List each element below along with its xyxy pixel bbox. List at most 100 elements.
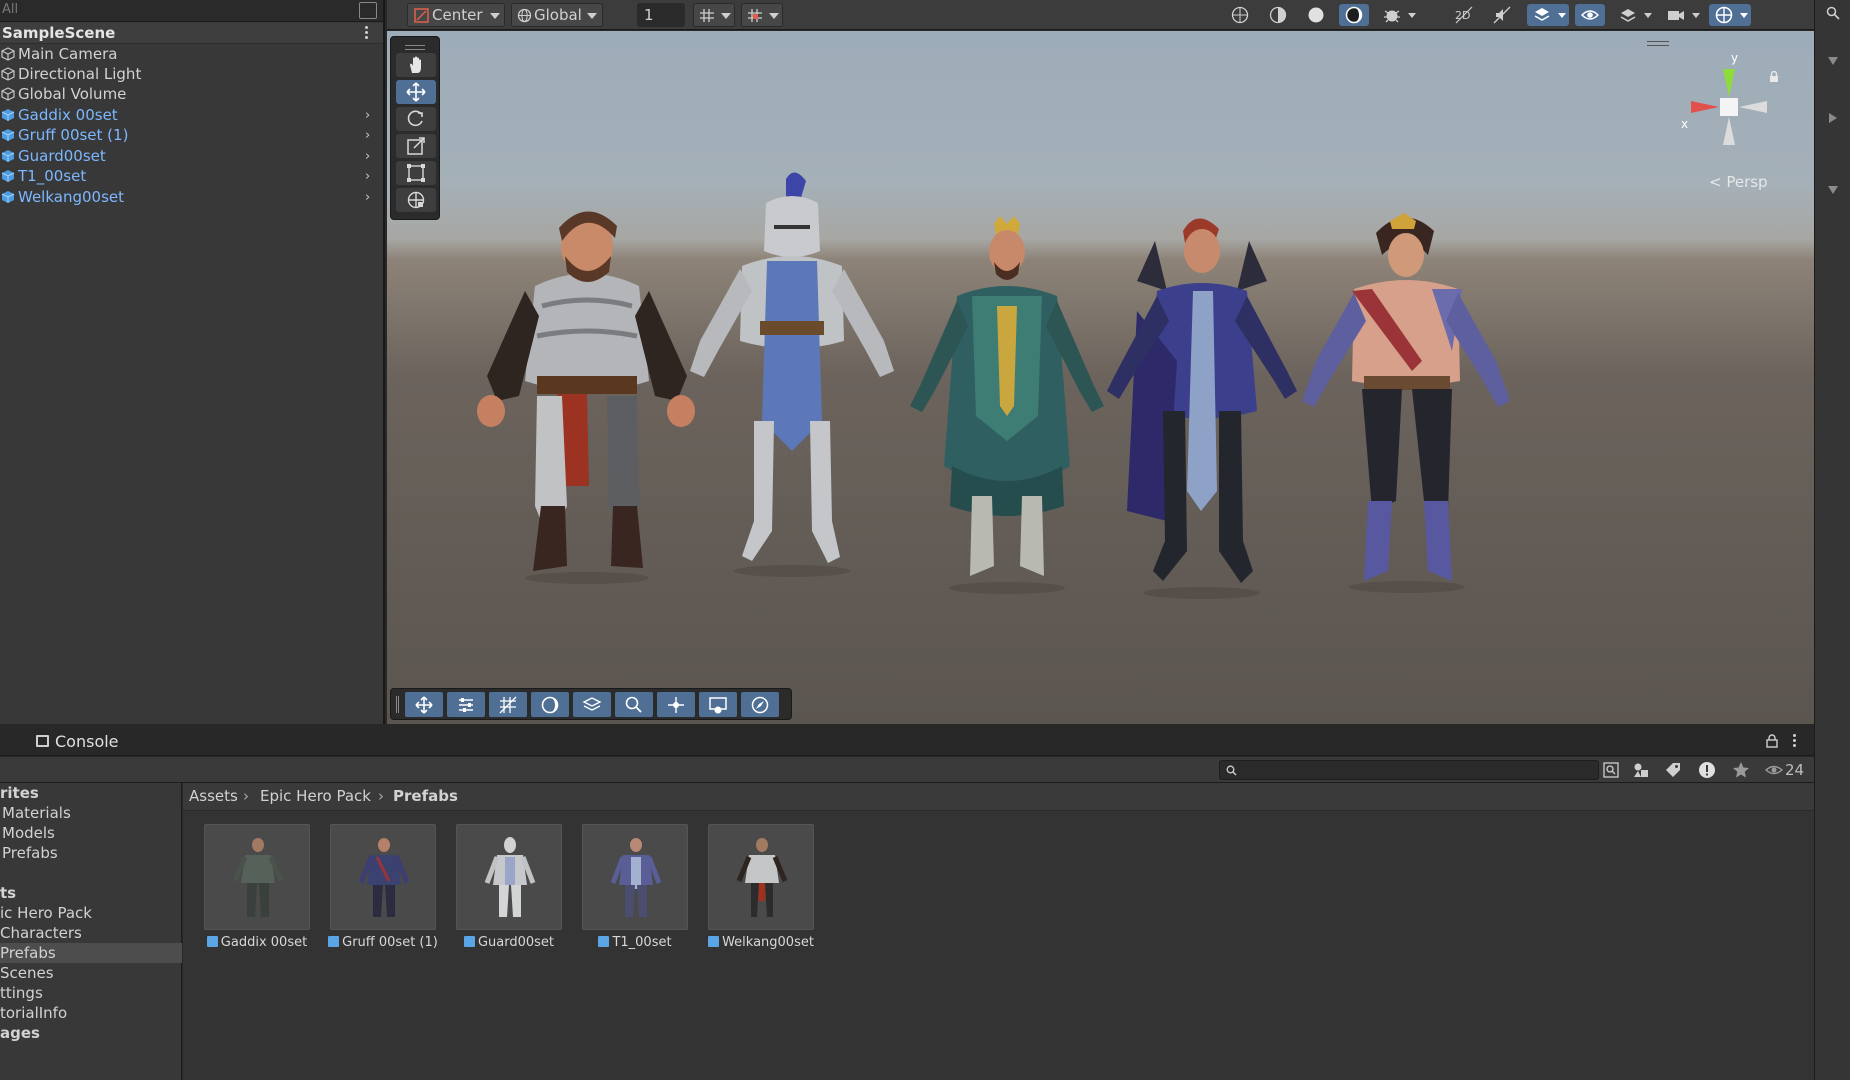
asset-tile-gaddix[interactable]: Gaddix 00set bbox=[202, 824, 312, 954]
audio-toggle-button[interactable] bbox=[1487, 4, 1517, 26]
chevron-right-icon[interactable]: › bbox=[365, 108, 377, 123]
chevron-right-icon[interactable]: › bbox=[365, 149, 377, 164]
search-options-icon[interactable] bbox=[1603, 762, 1619, 778]
orientation-gizmo[interactable]: y x < Persp bbox=[1674, 47, 1784, 197]
overlay-grid-button[interactable] bbox=[489, 692, 527, 717]
hierarchy-item-gruff[interactable]: Gruff 00set (1) › bbox=[0, 125, 383, 145]
asset-tile-guard[interactable]: Guard00set bbox=[454, 824, 564, 954]
folder-tutorial-info[interactable]: torialInfo bbox=[0, 1003, 182, 1023]
eye-hidden-icon[interactable] bbox=[1765, 763, 1783, 777]
warning-info-icon[interactable] bbox=[1698, 761, 1716, 779]
triangle-right-icon[interactable] bbox=[1827, 112, 1839, 124]
folder-packages[interactable]: ages bbox=[0, 1023, 182, 1043]
gizmos-dropdown[interactable] bbox=[1709, 4, 1751, 26]
triangle-down-icon[interactable] bbox=[1827, 55, 1839, 67]
hierarchy-search-input[interactable]: All bbox=[0, 0, 383, 22]
debug-draw-dropdown[interactable] bbox=[1377, 4, 1419, 26]
character-t1[interactable] bbox=[1097, 211, 1307, 601]
shaded-wireframe-button[interactable] bbox=[1263, 4, 1293, 26]
overlay-settings-button[interactable] bbox=[447, 692, 485, 717]
grid-increment-input[interactable]: 1 bbox=[637, 3, 685, 27]
character-gaddix[interactable] bbox=[467, 206, 707, 586]
caret-down-icon bbox=[721, 13, 731, 19]
lighting-button[interactable] bbox=[1339, 4, 1369, 26]
hierarchy-item-directional-light[interactable]: Directional Light bbox=[0, 64, 383, 84]
hierarchy-item-gaddix[interactable]: Gaddix 00set › bbox=[0, 105, 383, 125]
drag-handle-icon[interactable] bbox=[1647, 41, 1669, 46]
hierarchy-item-t1[interactable]: T1_00set › bbox=[0, 166, 383, 186]
camera-dropdown[interactable] bbox=[1661, 4, 1703, 26]
asset-tile-welkang[interactable]: Welkang00set bbox=[706, 824, 816, 954]
chevron-right-icon[interactable]: › bbox=[365, 190, 377, 205]
folder-epic-hero-pack[interactable]: ic Hero Pack bbox=[0, 903, 182, 923]
search-icon[interactable] bbox=[1826, 6, 1840, 20]
scene-viewport[interactable]: y x < Persp bbox=[387, 31, 1814, 724]
projection-toggle[interactable]: < Persp bbox=[1709, 173, 1768, 191]
space-dropdown[interactable]: Global bbox=[511, 3, 603, 27]
overlay-compass-button[interactable] bbox=[741, 692, 779, 717]
chevron-right-icon[interactable]: › bbox=[365, 128, 377, 143]
hand-tool-button[interactable] bbox=[396, 53, 436, 77]
folder-characters[interactable]: Characters bbox=[0, 923, 182, 943]
folder-assets[interactable]: ts bbox=[0, 883, 182, 903]
scene-header[interactable]: SampleScene bbox=[0, 23, 383, 44]
tab-console[interactable]: Console bbox=[22, 726, 119, 756]
layers-dropdown[interactable] bbox=[1613, 4, 1655, 26]
kebab-menu-icon[interactable] bbox=[365, 25, 369, 41]
sliders-icon bbox=[459, 698, 473, 712]
pivot-icon bbox=[414, 8, 429, 23]
overlay-pivot-button[interactable] bbox=[657, 692, 695, 717]
grid-snapping-button[interactable] bbox=[693, 3, 735, 27]
overlay-search-button[interactable] bbox=[615, 692, 653, 717]
asset-tile-gruff[interactable]: Gruff 00set (1) bbox=[328, 824, 438, 954]
star-icon[interactable] bbox=[1732, 761, 1750, 779]
hierarchy-item-global-volume[interactable]: Global Volume bbox=[0, 84, 383, 104]
folder-prefabs-fav[interactable]: Prefabs bbox=[0, 843, 182, 863]
folder-settings[interactable]: ttings bbox=[0, 983, 182, 1003]
character-gruff[interactable] bbox=[1292, 211, 1522, 601]
breadcrumb-assets[interactable]: Assets bbox=[189, 787, 238, 805]
hierarchy-item-guard[interactable]: Guard00set › bbox=[0, 146, 383, 166]
label-tag-icon[interactable] bbox=[1665, 762, 1681, 778]
character-guard[interactable] bbox=[682, 171, 902, 581]
folder-models[interactable]: Models bbox=[0, 823, 182, 843]
move-tool-button[interactable] bbox=[396, 80, 436, 104]
project-search-input[interactable] bbox=[1219, 760, 1599, 780]
hierarchy-item-main-camera[interactable]: Main Camera bbox=[0, 44, 383, 64]
overlay-lighting-button[interactable] bbox=[531, 692, 569, 717]
asset-tile-t1[interactable]: T1_00set bbox=[580, 824, 690, 954]
character-welkang[interactable] bbox=[902, 216, 1112, 596]
overlay-layers-button[interactable] bbox=[573, 692, 611, 717]
breadcrumb-epic-hero-pack[interactable]: Epic Hero Pack bbox=[260, 787, 371, 805]
draw-mode-button[interactable] bbox=[1225, 4, 1255, 26]
drag-handle-icon[interactable] bbox=[396, 696, 399, 713]
chevron-right-icon[interactable]: › bbox=[365, 169, 377, 184]
scene-visibility-button[interactable] bbox=[1575, 4, 1605, 26]
lock-icon[interactable] bbox=[1766, 734, 1778, 748]
gameobject-cube-icon bbox=[1, 67, 15, 81]
overlay-camera-button[interactable] bbox=[699, 692, 737, 717]
folder-prefabs[interactable]: Prefabs bbox=[0, 943, 182, 963]
rect-tool-button[interactable] bbox=[396, 161, 436, 185]
2d-toggle-button[interactable]: 2D bbox=[1449, 4, 1479, 26]
scale-tool-button[interactable] bbox=[396, 134, 436, 158]
folder-favorites[interactable]: rites bbox=[0, 783, 182, 803]
folder-scenes[interactable]: Scenes bbox=[0, 963, 182, 983]
drag-handle-icon[interactable] bbox=[405, 45, 425, 50]
rotate-tool-button[interactable] bbox=[396, 107, 436, 131]
kebab-menu-icon[interactable] bbox=[1793, 733, 1797, 749]
increment-snapping-button[interactable] bbox=[741, 3, 783, 27]
gizmo-x-label: x bbox=[1681, 117, 1689, 131]
overlay-move-button[interactable] bbox=[405, 692, 443, 717]
lock-icon[interactable] bbox=[1768, 71, 1780, 83]
search-options-icon[interactable] bbox=[359, 2, 377, 19]
shaded-button[interactable] bbox=[1301, 4, 1331, 26]
folder-materials[interactable]: Materials bbox=[0, 803, 182, 823]
transform-tool-button[interactable] bbox=[396, 188, 436, 212]
pivot-mode-dropdown[interactable]: Center bbox=[407, 3, 505, 27]
hierarchy-item-welkang[interactable]: Welkang00set › bbox=[0, 187, 383, 207]
effects-dropdown[interactable] bbox=[1527, 4, 1569, 26]
triangle-down-icon[interactable] bbox=[1827, 184, 1839, 196]
filter-by-type-icon[interactable] bbox=[1633, 762, 1649, 778]
breadcrumb-prefabs[interactable]: Prefabs bbox=[393, 787, 458, 805]
